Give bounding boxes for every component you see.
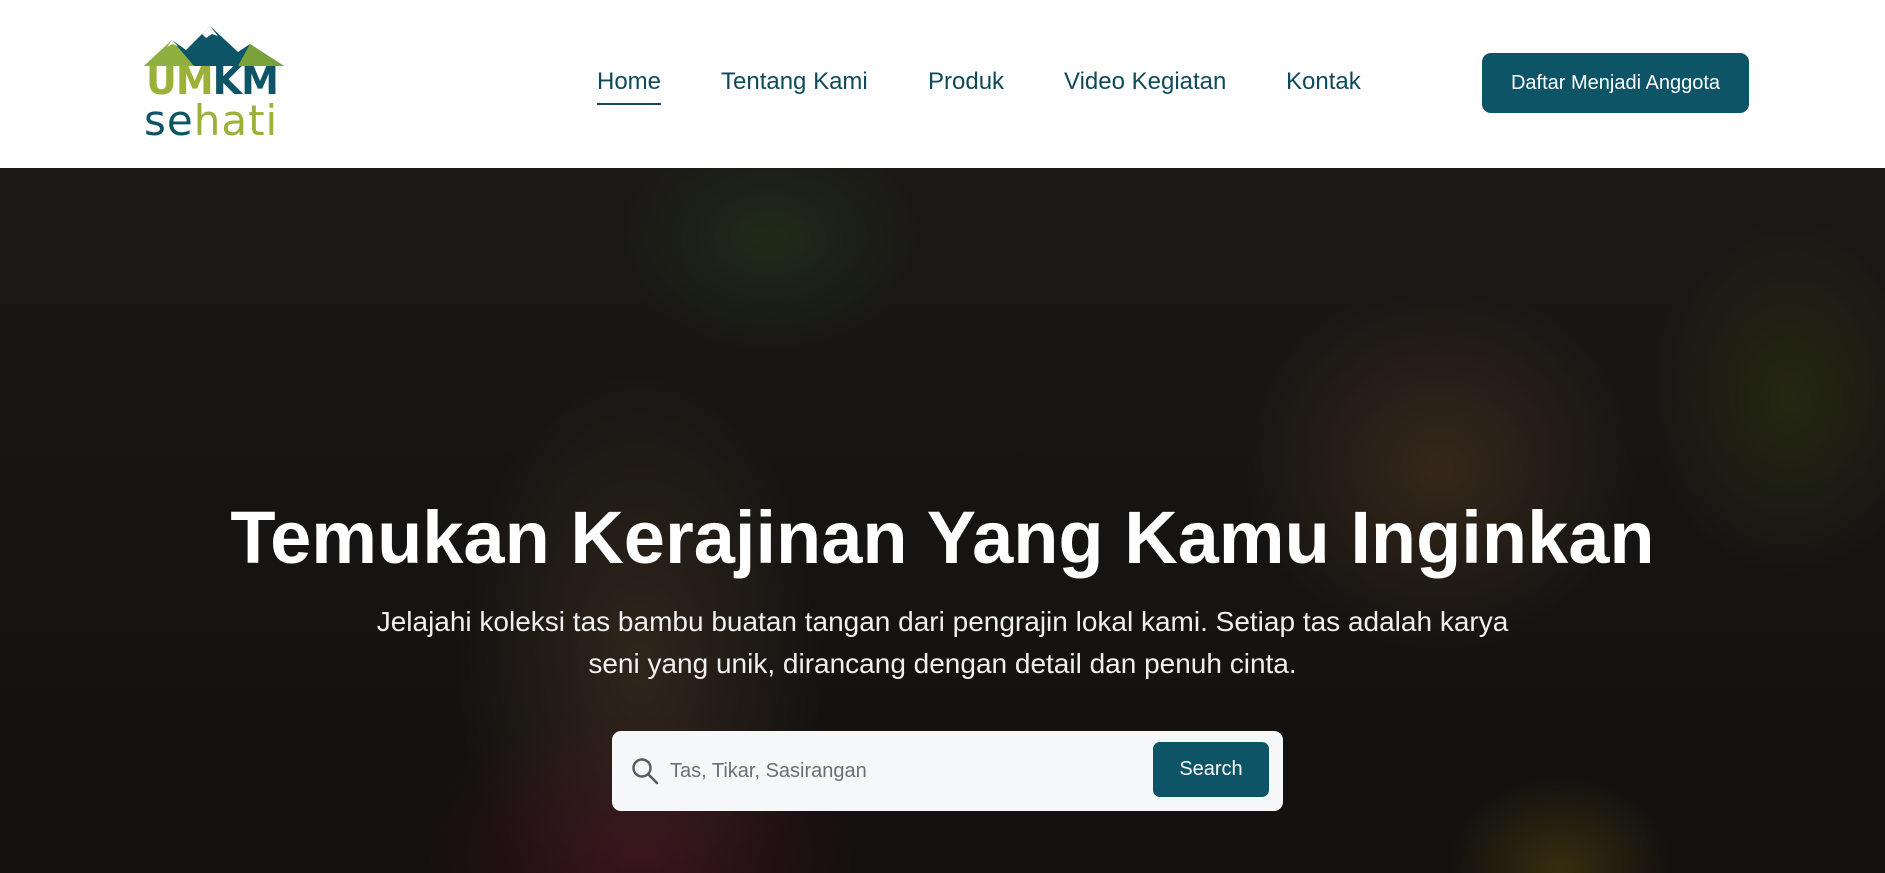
hero-subtitle: Jelajahi koleksi tas bambu buatan tangan… — [330, 601, 1555, 685]
hero-section: Temukan Kerajinan Yang Kamu Inginkan Jel… — [0, 168, 1885, 873]
register-member-button[interactable]: Daftar Menjadi Anggota — [1482, 53, 1749, 113]
logo-wordmark-sehati: sehati — [144, 96, 279, 145]
search-input[interactable] — [670, 749, 1090, 793]
nav-video-kegiatan[interactable]: Video Kegiatan — [1064, 68, 1226, 96]
hero-title: Temukan Kerajinan Yang Kamu Inginkan — [230, 496, 1655, 579]
nav-tentang-kami[interactable]: Tentang Kami — [721, 68, 868, 96]
logo-wordmark-umkm: UMKM — [146, 59, 279, 103]
search-bar: Search — [612, 731, 1283, 811]
nav-home[interactable]: Home — [597, 68, 662, 105]
nav-kontak[interactable]: Kontak — [1286, 68, 1361, 96]
search-icon — [632, 758, 659, 785]
search-button[interactable]: Search — [1153, 742, 1269, 797]
umkm-sehati-logo[interactable]: UMKM sehati — [142, 22, 292, 144]
hero-subtitle-line1: Jelajahi koleksi tas bambu buatan tangan… — [376, 606, 1509, 637]
hero-subtitle-line2: seni yang unik, dirancang dengan detail … — [588, 648, 1297, 679]
site-header: UMKM sehati Home Tentang Kami Produk Vid… — [0, 0, 1885, 168]
nav-produk[interactable]: Produk — [928, 68, 1004, 96]
